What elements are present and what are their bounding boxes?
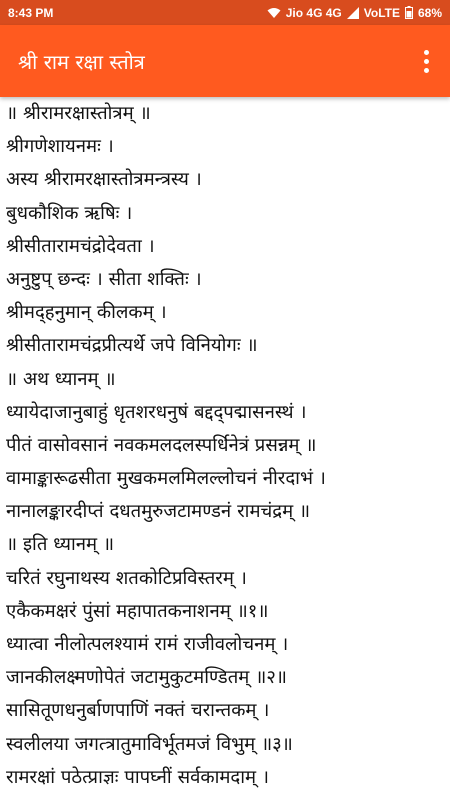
verse-line: चरितं रघुनाथस्य शतकोटिप्रविस्तरम् ।	[6, 567, 247, 589]
status-indicators: Jio 4G 4G VoLTE 68%	[267, 6, 442, 20]
verse-line: ॥ इति ध्यानम् ॥	[6, 534, 115, 556]
verse-line: ध्यात्वा नीलोत्पलश्यामं रामं राजीवलोचनम्…	[6, 634, 289, 655]
network-label: Jio 4G 4G	[285, 5, 342, 20]
stotra-text[interactable]: ॥ श्रीरामरक्षास्तोत्रम् ॥ श्रीगणेशायनमः ।…	[0, 97, 450, 800]
verse-line: बुधकौशिक ऋषिः ।	[6, 202, 133, 224]
battery-percent: 68%	[417, 5, 442, 20]
volte-label: VoLTE	[363, 5, 400, 20]
verse-line: स्वलीलया जगत्त्रातुमाविर्भूतमजं विभुम् ॥…	[6, 733, 293, 755]
menu-dot	[423, 67, 429, 73]
app-title: श्री राम रक्षा स्तोत्र	[18, 49, 145, 74]
verse-line: श्रीसीतारामचंद्रोदेवता ।	[6, 235, 155, 257]
verse-line: सासितूणधनुर्बाणपाणिं नक्तं चरान्तकम् ।	[6, 700, 270, 722]
wifi-icon	[267, 7, 281, 19]
menu-dot	[423, 49, 429, 55]
verse-line: ध्यायेदाजानुबाहुं धृतशरधनुषं बद्दद्पद्मा…	[6, 401, 307, 423]
signal-icon	[346, 6, 359, 19]
battery-icon	[404, 6, 413, 19]
verse-line: नानालङ्कारदीप्तं दधतमुरुजटामण्डनं रामचंद…	[6, 501, 311, 523]
verse-line: ॥ अथ ध्यानम् ॥	[6, 368, 116, 390]
verse-line: जानकीलक्ष्मणोपेतं जटामुकुटमण्डितम् ॥२॥	[6, 667, 287, 689]
app-bar: श्री राम रक्षा स्तोत्र	[0, 25, 450, 97]
verse-line: पीतं वासोवसानं नवकमलदलस्पर्धिनेत्रं प्रस…	[6, 434, 317, 456]
verse-line: अस्य श्रीरामरक्षास्तोत्रमन्त्रस्य ।	[6, 169, 202, 191]
verse-line: रामरक्षां पठेत्प्राज्ञः पापघ्नीं सर्वकाम…	[6, 766, 270, 788]
status-time: 8:43 PM	[8, 5, 54, 20]
verse-line: श्रीसीतारामचंद्रप्रीत्यर्थे जपे विनियोगः…	[6, 335, 258, 357]
verse-line: वामाङ्कारूढसीता मुखकमलमिलल्लोचनं नीरदाभं…	[6, 468, 326, 490]
verse-line: एकैकमक्षरं पुंसां महापातकनाशनम् ॥१॥	[6, 600, 269, 622]
menu-dot	[423, 58, 429, 64]
verse-line: श्रीमद्हनुमान् कीलकम् ।	[6, 302, 167, 324]
more-vertical-icon[interactable]	[406, 25, 446, 97]
verse-line: अनुष्टुप् छन्दः । सीता शक्तिः ।	[6, 268, 202, 290]
verse-line: श्रीगणेशायनमः ।	[6, 136, 114, 158]
status-bar: 8:43 PM Jio 4G 4G VoLTE 68%	[0, 0, 450, 25]
verse-line: ॥ श्रीरामरक्षास्तोत्रम् ॥	[6, 103, 151, 124]
